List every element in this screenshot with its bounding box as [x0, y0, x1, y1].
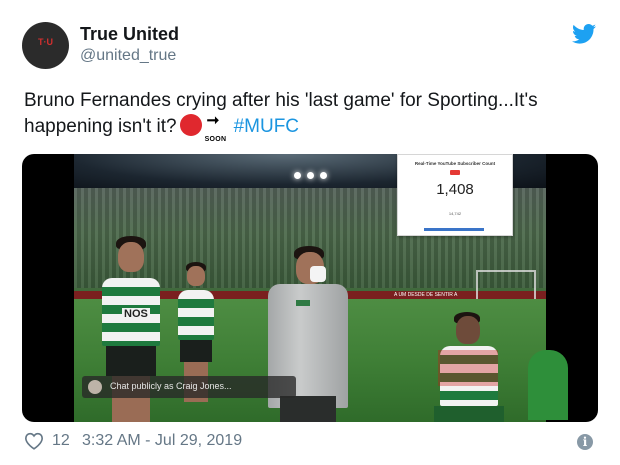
avatar[interactable]: T·U [22, 22, 69, 69]
hashtag-link[interactable]: #MUFC [234, 116, 299, 137]
tweet-timestamp[interactable]: 3:32 AM - Jul 29, 2019 [82, 432, 242, 450]
like-count: 12 [52, 432, 70, 449]
avatar-logo: T·U [38, 37, 53, 47]
player-edge [528, 350, 568, 420]
red-overlay [438, 350, 498, 386]
author-handle[interactable]: @united_true [80, 47, 176, 65]
chat-placeholder[interactable]: Chat publicly as Craig Jones... [110, 381, 232, 391]
subscriber-subcount: 14,742 [448, 211, 462, 216]
heart-icon[interactable] [24, 432, 44, 450]
subscriber-count-card: Real-Time YouTube Subscriber Count 1,408… [397, 154, 513, 236]
author-name[interactable]: True United [80, 24, 179, 45]
stadium-lights [294, 166, 364, 179]
sponsor-logo: NOS [122, 308, 150, 320]
chat-avatar [88, 380, 102, 394]
red-circle-emoji-icon [179, 114, 202, 136]
soon-arrow-emoji-icon: ➞ SOON [204, 112, 227, 143]
video-frame: A UM DESDE DE SENTIR A NOS Real-Time You… [74, 154, 546, 422]
media-video[interactable]: A UM DESDE DE SENTIR A NOS Real-Time You… [22, 154, 598, 422]
twitter-bird-icon[interactable] [572, 24, 596, 44]
youtube-icon [450, 170, 460, 175]
tweet-text: Bruno Fernandes crying after his 'last g… [24, 88, 604, 143]
subscriber-card-bar [424, 228, 484, 231]
subscriber-card-title: Real-Time YouTube Subscriber Count [414, 161, 496, 166]
info-icon[interactable]: i [577, 434, 593, 450]
chat-input-bar[interactable]: Chat publicly as Craig Jones... [82, 376, 296, 398]
subscriber-count: 1,408 [436, 181, 474, 198]
goal-frame [476, 270, 536, 300]
